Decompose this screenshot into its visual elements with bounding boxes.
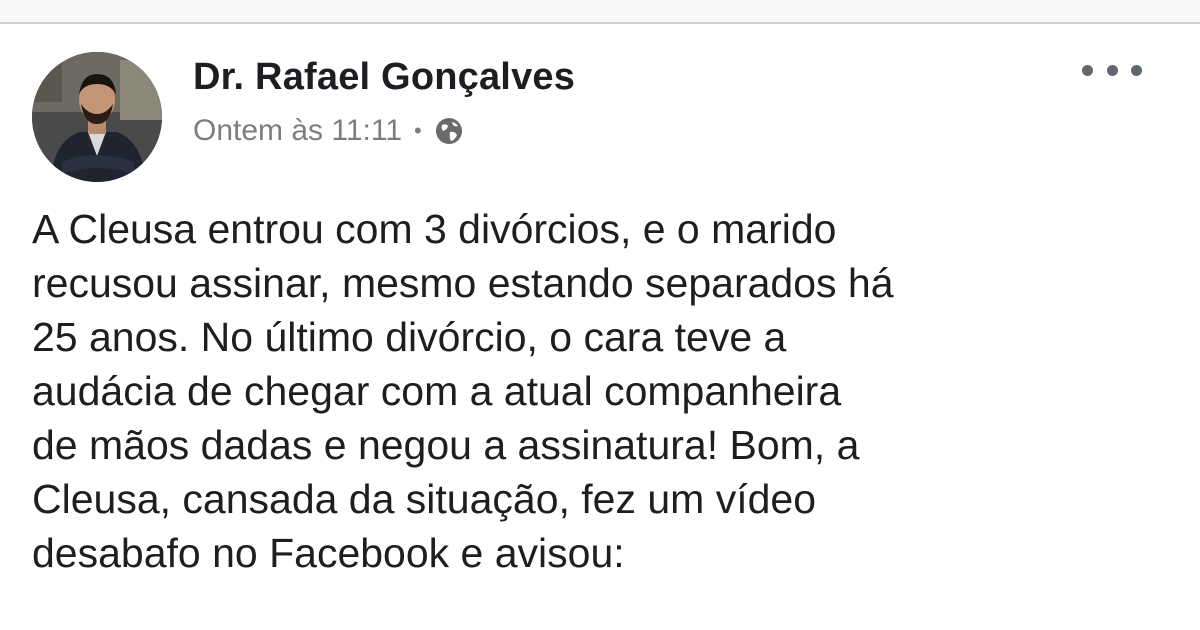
post-meta: Ontem às 11:11 • xyxy=(193,114,464,148)
post-text-line: A Cleusa entrou com 3 divórcios, e o mar… xyxy=(32,206,837,252)
facebook-post: Dr. Rafael Gonçalves Ontem às 11:11 • A … xyxy=(0,24,1200,630)
top-strip xyxy=(0,0,1200,22)
globe-icon[interactable] xyxy=(434,116,464,146)
post-text: A Cleusa entrou com 3 divórcios, e o mar… xyxy=(32,202,1182,580)
post-text-line: recusou assinar, mesmo estando separados… xyxy=(32,260,894,306)
post-text-line: 25 anos. No último divórcio, o cara teve… xyxy=(32,314,787,360)
avatar-photo xyxy=(32,52,162,182)
avatar[interactable] xyxy=(32,52,162,182)
author-name[interactable]: Dr. Rafael Gonçalves xyxy=(193,56,575,99)
post-text-line: audácia de chegar com a atual companheir… xyxy=(32,368,842,414)
meta-separator: • xyxy=(414,118,422,143)
post-text-line: de mãos dadas e negou a assinatura! Bom,… xyxy=(32,422,860,468)
post-text-line: Cleusa, cansada da situação, fez um víde… xyxy=(32,476,817,522)
post-timestamp[interactable]: Ontem às 11:11 xyxy=(193,114,402,148)
more-dot xyxy=(1106,64,1118,76)
more-options-icon[interactable] xyxy=(1082,58,1142,82)
post-text-line: desabafo no Facebook e avisou: xyxy=(32,530,625,576)
more-dot xyxy=(1131,64,1142,76)
more-dot xyxy=(1082,64,1093,76)
